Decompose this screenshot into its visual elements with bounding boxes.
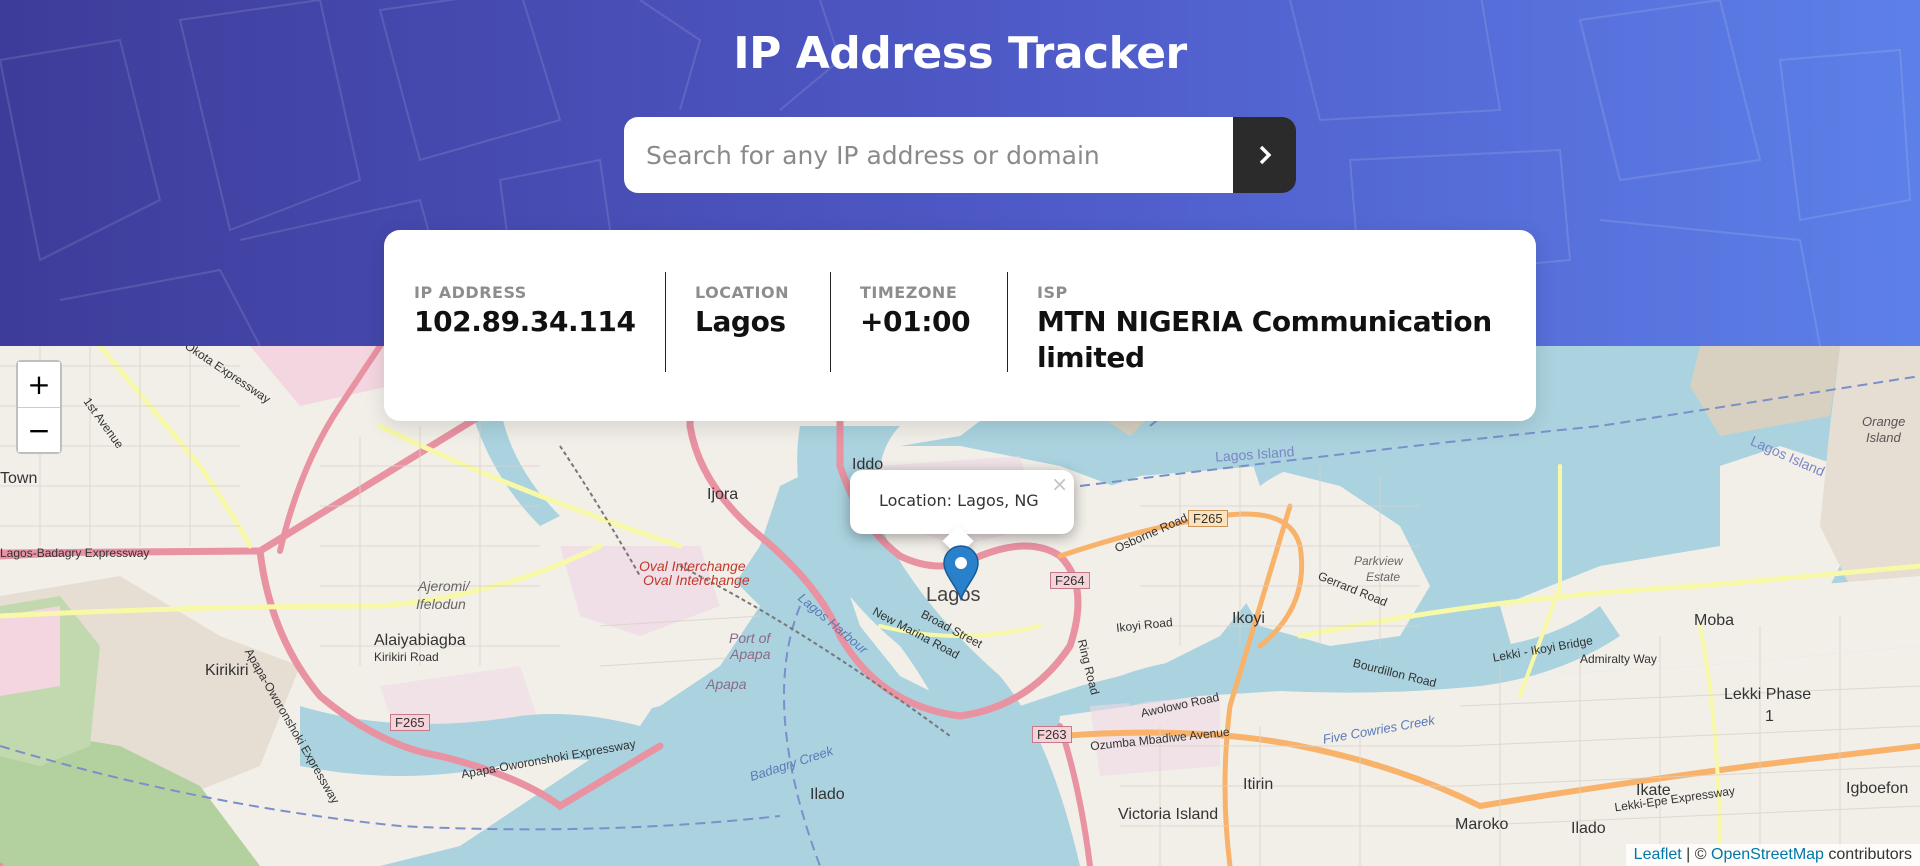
attribution-suffix: contributors	[1823, 846, 1912, 863]
map-label-victoria-island: Victoria Island	[1118, 806, 1219, 823]
stat-isp: ISP MTN NIGERIA Communication limited	[1007, 272, 1536, 380]
stat-label: LOCATION	[695, 283, 789, 302]
stat-label: IP ADDRESS	[414, 283, 527, 302]
popup-text: Location: Lagos, NG	[879, 491, 1039, 510]
zoom-out-button[interactable]: −	[18, 407, 60, 452]
search-input[interactable]	[624, 117, 1233, 193]
map-label-town: Town	[0, 470, 38, 487]
location-popup: Location: Lagos, NG ×	[850, 470, 1074, 557]
map-label-maroko: Maroko	[1455, 816, 1509, 833]
map-label-port-apapa-2: Apapa	[730, 646, 771, 662]
leaflet-link[interactable]: Leaflet	[1634, 846, 1682, 863]
search-submit-button[interactable]	[1233, 117, 1296, 193]
map-label-port-apapa-1: Port of	[729, 630, 771, 646]
map-canvas[interactable]: Lagos Iddo Ijora Ikoyi Lagos Island Lago…	[0, 346, 1920, 866]
map-label-moba: Moba	[1694, 612, 1735, 629]
zoom-in-button[interactable]: +	[18, 362, 60, 407]
map-attribution: Leaflet | © OpenStreetMap contributors	[1625, 844, 1920, 866]
map-shield-f265: F265	[390, 714, 430, 731]
stat-label: TIMEZONE	[860, 283, 958, 302]
map-label-parkview-1: Parkview	[1354, 554, 1403, 568]
map-label-ilado: Ilado	[810, 786, 845, 803]
stat-value: MTN NIGERIA Communication limited	[1037, 305, 1492, 374]
popup-close-button[interactable]: ×	[1051, 472, 1068, 496]
stat-location: LOCATION Lagos	[665, 272, 830, 380]
map-shield-f263: F263	[1032, 726, 1072, 743]
page-title: IP Address Tracker	[733, 28, 1187, 79]
map-label-admiralty: Admiralty Way	[1580, 652, 1657, 666]
map-label-orange-island: Orange	[1862, 414, 1906, 429]
map-label-kirikiri: Kirikiri	[205, 662, 249, 679]
stat-timezone: TIMEZONE +01:00	[830, 272, 1007, 380]
map-label-itirin: Itirin	[1243, 776, 1274, 793]
openstreetmap-link[interactable]: OpenStreetMap	[1711, 846, 1824, 863]
map-label-ilado-2: Ilado	[1571, 820, 1606, 837]
stat-value: +01:00	[860, 305, 971, 338]
map-label-parkview-2: Estate	[1366, 570, 1401, 584]
map-label-oval-2: Oval Interchange	[643, 572, 750, 588]
map-shield-f264: F264	[1050, 572, 1090, 589]
ip-info-card: IP ADDRESS 102.89.34.114 LOCATION Lagos …	[384, 230, 1536, 421]
stat-value: Lagos	[695, 305, 786, 338]
attribution-separator: | ©	[1681, 846, 1711, 863]
map-label-ifelodun: Ifelodun	[416, 596, 466, 612]
search-bar	[624, 117, 1296, 193]
map-label-igboefon: Igboefon	[1846, 780, 1909, 797]
zoom-control: + −	[16, 360, 62, 454]
map-label-orange-island-2: Island	[1866, 430, 1901, 445]
stat-value: 102.89.34.114	[414, 305, 636, 338]
map-label-ijora: Ijora	[707, 486, 739, 503]
map-marker-icon[interactable]	[942, 545, 980, 601]
stat-ip-address: IP ADDRESS 102.89.34.114	[384, 280, 665, 380]
chevron-right-icon	[1259, 145, 1271, 165]
map-label-lekki-phase: Lekki Phase	[1724, 686, 1812, 703]
map-label-lekki-phase-num: 1	[1765, 708, 1774, 725]
map-label-ikoyi: Ikoyi	[1232, 610, 1265, 627]
map-label-ajeromi: Ajeromi/	[418, 578, 470, 594]
stat-label: ISP	[1037, 283, 1068, 302]
map-label-apapa: Apapa	[706, 676, 747, 692]
map-shield-f265b: F265	[1188, 510, 1228, 527]
map-label-kirikiri-road: Kirikiri Road	[374, 650, 439, 664]
map-label-alaiyabiagba: Alaiyabiagba	[374, 632, 466, 649]
map-label-badagry-exp: Lagos-Badagry Expressway	[0, 546, 150, 560]
